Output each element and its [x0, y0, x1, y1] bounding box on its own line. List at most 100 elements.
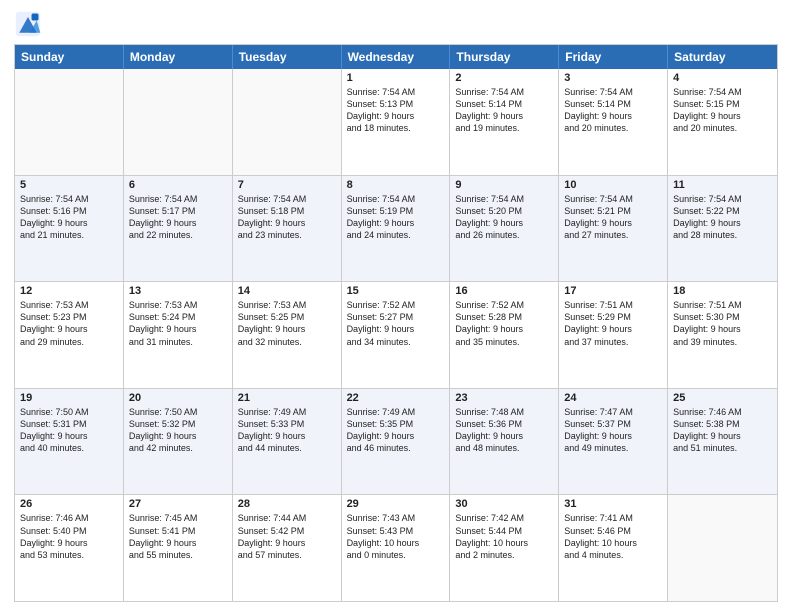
- cell-line: and 55 minutes.: [129, 549, 227, 561]
- cell-line: Daylight: 9 hours: [20, 430, 118, 442]
- cell-line: Sunrise: 7:49 AM: [238, 406, 336, 418]
- calendar-cell: 1Sunrise: 7:54 AMSunset: 5:13 PMDaylight…: [342, 69, 451, 175]
- header-day-wednesday: Wednesday: [342, 45, 451, 69]
- cell-line: Sunset: 5:36 PM: [455, 418, 553, 430]
- cell-line: Sunset: 5:28 PM: [455, 311, 553, 323]
- cell-line: Daylight: 9 hours: [673, 430, 772, 442]
- calendar-cell: 29Sunrise: 7:43 AMSunset: 5:43 PMDayligh…: [342, 495, 451, 601]
- day-number: 27: [129, 498, 227, 510]
- cell-line: Daylight: 9 hours: [129, 217, 227, 229]
- cell-line: Sunrise: 7:54 AM: [455, 193, 553, 205]
- calendar-week-row: 1Sunrise: 7:54 AMSunset: 5:13 PMDaylight…: [15, 69, 777, 175]
- calendar-cell: [15, 69, 124, 175]
- calendar-cell: 17Sunrise: 7:51 AMSunset: 5:29 PMDayligh…: [559, 282, 668, 388]
- cell-line: and 24 minutes.: [347, 229, 445, 241]
- cell-line: Daylight: 9 hours: [564, 110, 662, 122]
- cell-line: Daylight: 9 hours: [455, 323, 553, 335]
- day-number: 22: [347, 392, 445, 404]
- day-number: 28: [238, 498, 336, 510]
- cell-line: Sunset: 5:20 PM: [455, 205, 553, 217]
- day-number: 18: [673, 285, 772, 297]
- cell-line: Sunrise: 7:48 AM: [455, 406, 553, 418]
- cell-line: Daylight: 9 hours: [673, 323, 772, 335]
- cell-line: Daylight: 9 hours: [347, 323, 445, 335]
- calendar: SundayMondayTuesdayWednesdayThursdayFrid…: [14, 44, 778, 602]
- day-number: 17: [564, 285, 662, 297]
- calendar-cell: 11Sunrise: 7:54 AMSunset: 5:22 PMDayligh…: [668, 176, 777, 282]
- calendar-cell: 31Sunrise: 7:41 AMSunset: 5:46 PMDayligh…: [559, 495, 668, 601]
- cell-line: and 51 minutes.: [673, 442, 772, 454]
- day-number: 7: [238, 179, 336, 191]
- cell-line: Daylight: 9 hours: [129, 430, 227, 442]
- cell-line: Daylight: 9 hours: [673, 217, 772, 229]
- calendar-cell: 19Sunrise: 7:50 AMSunset: 5:31 PMDayligh…: [15, 389, 124, 495]
- cell-line: Sunset: 5:14 PM: [455, 98, 553, 110]
- day-number: 5: [20, 179, 118, 191]
- cell-line: and 0 minutes.: [347, 549, 445, 561]
- cell-line: Sunrise: 7:43 AM: [347, 512, 445, 524]
- day-number: 9: [455, 179, 553, 191]
- cell-line: Daylight: 10 hours: [564, 537, 662, 549]
- cell-line: Sunrise: 7:50 AM: [20, 406, 118, 418]
- cell-line: Sunset: 5:44 PM: [455, 525, 553, 537]
- cell-line: Daylight: 9 hours: [20, 323, 118, 335]
- cell-line: and 48 minutes.: [455, 442, 553, 454]
- cell-line: Sunset: 5:13 PM: [347, 98, 445, 110]
- cell-line: Sunrise: 7:52 AM: [347, 299, 445, 311]
- cell-line: Sunrise: 7:47 AM: [564, 406, 662, 418]
- cell-line: Daylight: 10 hours: [347, 537, 445, 549]
- calendar-cell: 5Sunrise: 7:54 AMSunset: 5:16 PMDaylight…: [15, 176, 124, 282]
- cell-line: Sunset: 5:41 PM: [129, 525, 227, 537]
- cell-line: Sunset: 5:21 PM: [564, 205, 662, 217]
- day-number: 26: [20, 498, 118, 510]
- day-number: 24: [564, 392, 662, 404]
- cell-line: and 53 minutes.: [20, 549, 118, 561]
- day-number: 2: [455, 72, 553, 84]
- logo: [14, 10, 46, 38]
- calendar-cell: 28Sunrise: 7:44 AMSunset: 5:42 PMDayligh…: [233, 495, 342, 601]
- calendar-cell: 6Sunrise: 7:54 AMSunset: 5:17 PMDaylight…: [124, 176, 233, 282]
- calendar-cell: 21Sunrise: 7:49 AMSunset: 5:33 PMDayligh…: [233, 389, 342, 495]
- calendar-body: 1 Sunrise: 7:54 AM Sunset: 5:13 PM Daylight…: [15, 69, 777, 601]
- cell-line: Daylight: 9 hours: [129, 323, 227, 335]
- day-number: 25: [673, 392, 772, 404]
- cell-line: Daylight: 9 hours: [455, 110, 553, 122]
- cell-line: Sunset: 5:30 PM: [673, 311, 772, 323]
- calendar-cell: 7Sunrise: 7:54 AMSunset: 5:18 PMDaylight…: [233, 176, 342, 282]
- cell-line: Daylight: 9 hours: [455, 217, 553, 229]
- header-day-saturday: Saturday: [668, 45, 777, 69]
- calendar-cell: 30Sunrise: 7:42 AMSunset: 5:44 PMDayligh…: [450, 495, 559, 601]
- calendar-cell: 10Sunrise: 7:54 AMSunset: 5:21 PMDayligh…: [559, 176, 668, 282]
- cell-line: Sunset: 5:37 PM: [564, 418, 662, 430]
- calendar-cell: 27Sunrise: 7:45 AMSunset: 5:41 PMDayligh…: [124, 495, 233, 601]
- cell-line: and 35 minutes.: [455, 336, 553, 348]
- cell-line: Sunrise: 7:50 AM: [129, 406, 227, 418]
- cell-line: Daylight: 9 hours: [20, 537, 118, 549]
- cell-line: Sunrise: 7:53 AM: [129, 299, 227, 311]
- day-number: 1: [347, 72, 445, 84]
- page: SundayMondayTuesdayWednesdayThursdayFrid…: [0, 0, 792, 612]
- cell-line: Daylight: 9 hours: [129, 537, 227, 549]
- cell-line: Daylight: 9 hours: [238, 430, 336, 442]
- cell-line: Sunrise: 7:54 AM: [238, 193, 336, 205]
- calendar-cell: 8Sunrise: 7:54 AMSunset: 5:19 PMDaylight…: [342, 176, 451, 282]
- day-number: 10: [564, 179, 662, 191]
- cell-line: Daylight: 9 hours: [564, 217, 662, 229]
- calendar-cell: 16Sunrise: 7:52 AMSunset: 5:28 PMDayligh…: [450, 282, 559, 388]
- header-day-thursday: Thursday: [450, 45, 559, 69]
- calendar-cell: 2Sunrise: 7:54 AMSunset: 5:14 PMDaylight…: [450, 69, 559, 175]
- cell-line: and 49 minutes.: [564, 442, 662, 454]
- cell-line: Daylight: 9 hours: [238, 537, 336, 549]
- cell-line: Sunset: 5:14 PM: [564, 98, 662, 110]
- cell-line: and 22 minutes.: [129, 229, 227, 241]
- calendar-week-row: 19Sunrise: 7:50 AMSunset: 5:31 PMDayligh…: [15, 388, 777, 495]
- cell-line: Daylight: 9 hours: [673, 110, 772, 122]
- cell-line: Sunrise: 7:54 AM: [347, 193, 445, 205]
- cell-line: Sunset: 5:27 PM: [347, 311, 445, 323]
- cell-line: Sunset: 5:22 PM: [673, 205, 772, 217]
- cell-line: Daylight: 9 hours: [238, 323, 336, 335]
- calendar-cell: 12Sunrise: 7:53 AMSunset: 5:23 PMDayligh…: [15, 282, 124, 388]
- cell-line: and 21 minutes.: [20, 229, 118, 241]
- logo-icon: [14, 10, 42, 38]
- cell-line: and 40 minutes.: [20, 442, 118, 454]
